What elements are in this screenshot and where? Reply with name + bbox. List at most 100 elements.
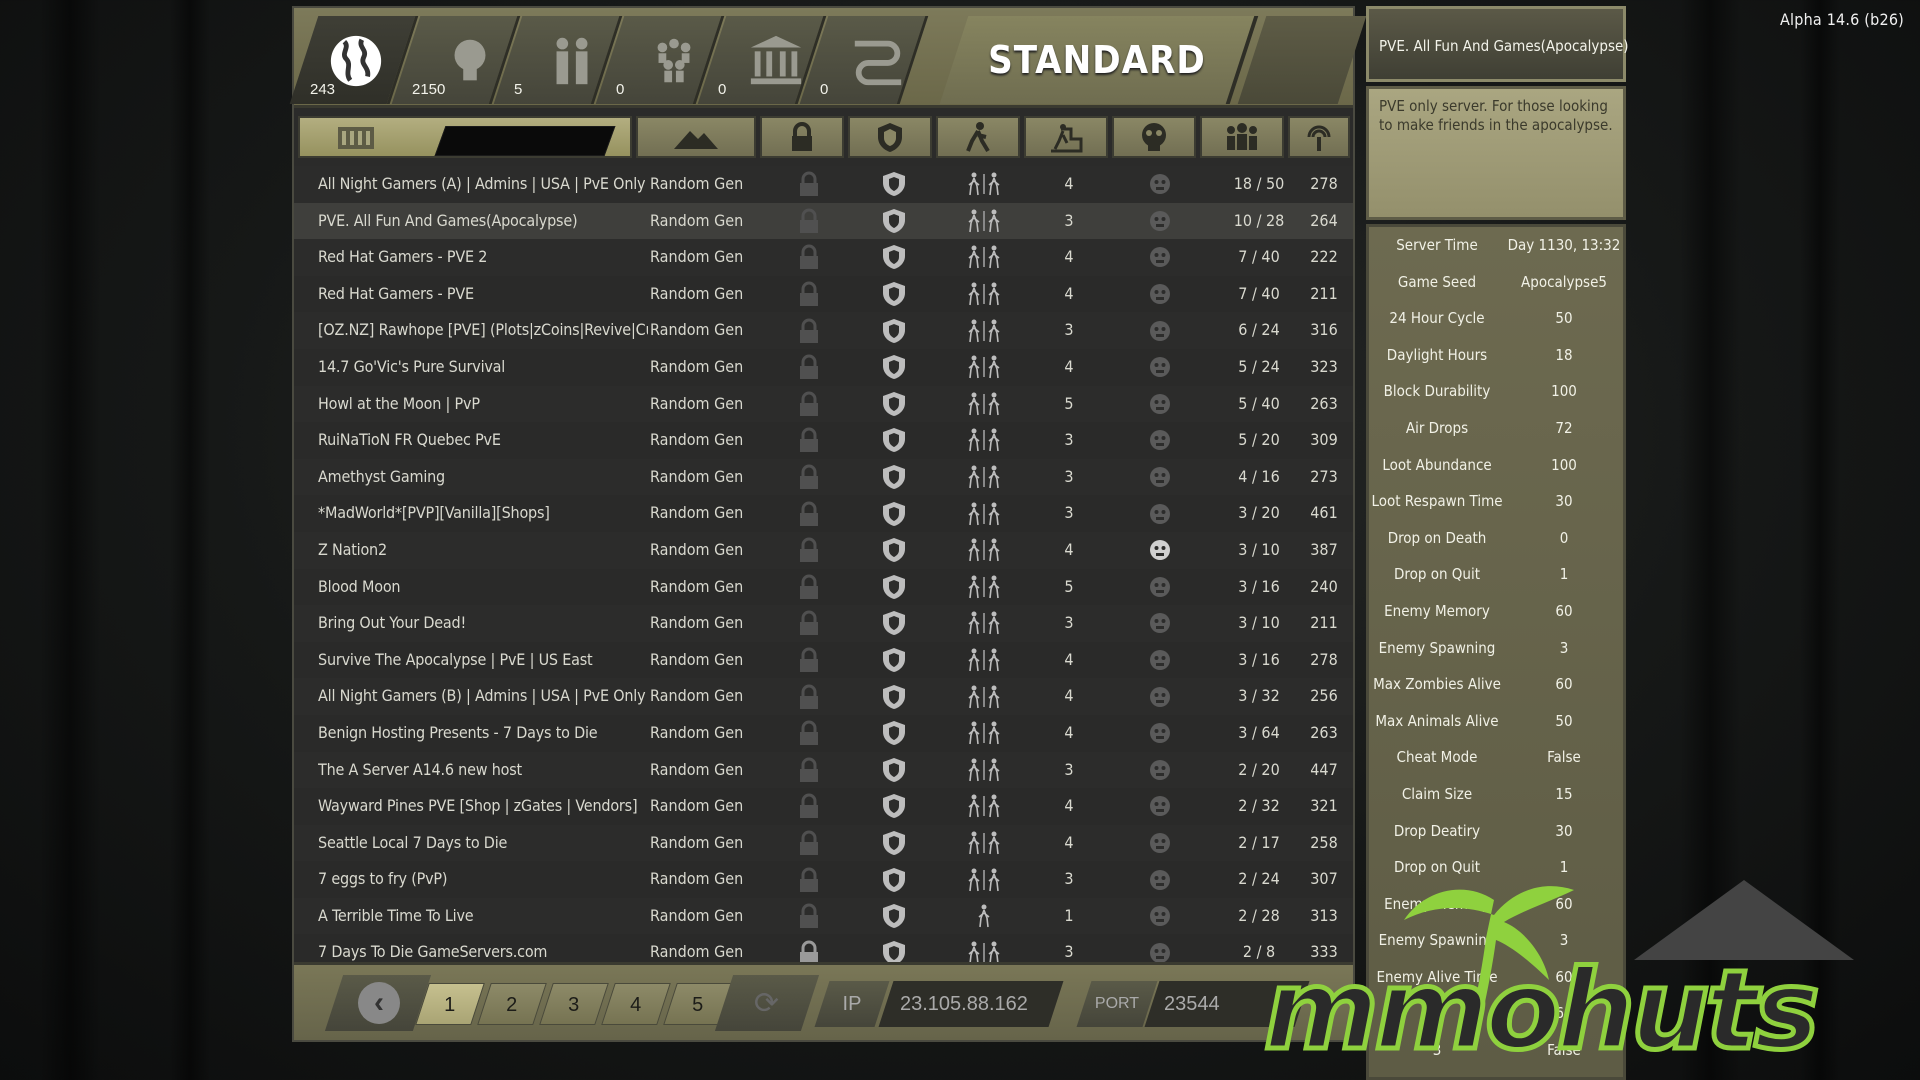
mode-tab-standard[interactable]: STANDARD	[939, 16, 1259, 104]
detail-row: Cheat Mode False	[1369, 739, 1623, 776]
detail-row: Drop on Death 0	[1369, 520, 1623, 557]
server-row[interactable]: A Terrible Time To Live Random Gen 1 2 /…	[294, 897, 1353, 935]
person-icon	[988, 685, 1000, 708]
person-icon	[968, 794, 980, 818]
server-difficulty: 4	[1064, 247, 1074, 267]
server-row[interactable]: RuiNaTioN FR Quebec PvE Random Gen 3 5 /…	[294, 422, 1353, 459]
server-difficulty: 4	[1064, 832, 1074, 852]
server-row[interactable]: Red Hat Gamers - PVE Random Gen 4 7 / 40…	[294, 275, 1353, 313]
password-status	[774, 898, 844, 935]
zombie-icon	[1150, 686, 1170, 707]
zombie-icon	[1150, 210, 1170, 231]
col-zombies[interactable]	[1112, 116, 1196, 158]
person-icon	[988, 648, 1000, 672]
password-status	[774, 788, 844, 825]
stat-value: 0	[718, 81, 727, 98]
col-game-mode[interactable]	[936, 116, 1020, 158]
password-status	[774, 459, 844, 496]
col-password[interactable]	[760, 116, 844, 158]
server-row[interactable]: All Night Gamers (A) | Admins | USA | Pv…	[294, 166, 1353, 203]
server-name: All Night Gamers (B) | Admins | USA | Pv…	[318, 686, 648, 706]
background-tree	[170, 0, 210, 1080]
server-row[interactable]: Benign Hosting Presents - 7 Days to Die …	[294, 714, 1353, 752]
col-name[interactable]	[298, 116, 632, 158]
server-browser: 243 2150 5 0 0 0 STANDARD All Night Game…	[289, 6, 1367, 1042]
col-anticheat[interactable]	[848, 116, 932, 158]
server-row[interactable]: [OZ.NZ] Rawhope [PVE] (Plots|zCoins|Revi…	[294, 312, 1353, 349]
lock-icon	[800, 501, 818, 526]
server-row[interactable]: All Night Gamers (B) | Admins | USA | Pv…	[294, 678, 1353, 715]
zombie-status	[1120, 276, 1200, 313]
server-name: Bring Out Your Dead!	[318, 613, 467, 633]
server-row[interactable]: Amethyst Gaming Random Gen 3 4 / 16 273	[294, 458, 1353, 496]
server-row[interactable]: 14.7 Go'Vic's Pure Survival Random Gen 4…	[294, 348, 1353, 386]
server-ping: 461	[1310, 503, 1338, 523]
col-world[interactable]	[636, 116, 756, 158]
anticheat-status	[859, 861, 929, 898]
person-icon	[968, 575, 980, 598]
server-row[interactable]: Red Hat Gamers - PVE 2 Random Gen 4 7 / …	[294, 239, 1353, 276]
server-world: Random Gen	[650, 686, 744, 706]
person-icon	[988, 465, 1000, 489]
detail-value: 60	[1555, 675, 1573, 694]
server-row[interactable]: Seattle Local 7 Days to Die Random Gen 4…	[294, 824, 1353, 862]
server-difficulty: 4	[1064, 796, 1074, 816]
page-label: 5	[692, 994, 704, 1016]
server-list-icon	[338, 127, 374, 149]
server-row[interactable]: PVE. All Fun And Games(Apocalypse) Rando…	[294, 202, 1353, 240]
detail-row: Air Drops 72	[1369, 410, 1623, 447]
ip-field[interactable]: 23.105.88.162	[878, 981, 1064, 1027]
page-button[interactable]: 1	[415, 983, 485, 1025]
server-world: Random Gen	[650, 796, 744, 816]
person-icon	[968, 245, 980, 269]
server-row[interactable]: 7 eggs to fry (PvP) Random Gen 3 2 / 24 …	[294, 861, 1353, 898]
server-row[interactable]: Z Nation2 Random Gen 4 3 / 10 387	[294, 531, 1353, 569]
anticheat-status	[859, 825, 929, 862]
page-button[interactable]: 2	[477, 983, 547, 1025]
stat-history[interactable]: 0	[799, 16, 929, 104]
person-icon	[968, 721, 980, 745]
server-row[interactable]: Howl at the Moon | PvP Random Gen 5 5 / …	[294, 385, 1353, 423]
server-row[interactable]: Blood Moon Random Gen 5 3 / 16 240	[294, 568, 1353, 606]
server-world: Random Gen	[650, 466, 744, 486]
detail-key: Enemy Spawning	[1378, 638, 1496, 657]
server-row[interactable]: Bring Out Your Dead! Random Gen 3 3 / 10…	[294, 605, 1353, 642]
server-row[interactable]: The A Server A14.6 new host Random Gen 3…	[294, 751, 1353, 789]
col-players[interactable]	[1200, 116, 1284, 158]
refresh-button[interactable]: ⟳	[714, 975, 820, 1031]
shield-icon	[883, 611, 905, 636]
page-label: 4	[630, 994, 642, 1016]
detail-row: Loot Respawn Time 30	[1369, 483, 1623, 520]
game-mode-icon	[966, 122, 990, 153]
server-row[interactable]: *MadWorld*[PVP][Vanilla][Shops] Random G…	[294, 495, 1353, 532]
zombie-icon	[1150, 320, 1170, 341]
zombie-icon	[1150, 576, 1170, 597]
server-players: 7 / 40	[1238, 283, 1280, 303]
page-label: 2	[506, 994, 518, 1016]
detail-row: Block Durability 100	[1369, 373, 1623, 410]
server-row[interactable]: Wayward Pines PVE [Shop | zGates | Vendo…	[294, 788, 1353, 825]
zombie-status	[1120, 312, 1200, 349]
server-row[interactable]: Survive The Apocalypse | PvE | US East R…	[294, 641, 1353, 679]
password-status	[774, 495, 844, 532]
detail-key: Loot Respawn Time	[1371, 492, 1503, 511]
server-difficulty: 3	[1064, 466, 1074, 486]
col-difficulty[interactable]	[1024, 116, 1108, 158]
search-input[interactable]	[434, 126, 616, 156]
page-button[interactable]: 3	[539, 983, 609, 1025]
detail-value: 30	[1555, 821, 1573, 840]
detail-row: Loot Abundance 100	[1369, 447, 1623, 484]
detail-key: Game Seed	[1397, 272, 1477, 291]
person-icon	[988, 392, 1000, 415]
page-button[interactable]: 4	[601, 983, 671, 1025]
difficulty-icon	[1051, 124, 1083, 153]
zombie-status	[1120, 239, 1200, 276]
password-status	[774, 715, 844, 752]
col-ping[interactable]	[1288, 116, 1350, 158]
server-world: Random Gen	[650, 283, 744, 303]
server-difficulty: 3	[1064, 613, 1074, 633]
zombie-icon	[1150, 906, 1170, 927]
zombie-icon	[1150, 284, 1170, 305]
server-name: *MadWorld*[PVP][Vanilla][Shops]	[318, 503, 550, 523]
mode-tab-blank[interactable]	[1237, 16, 1367, 104]
